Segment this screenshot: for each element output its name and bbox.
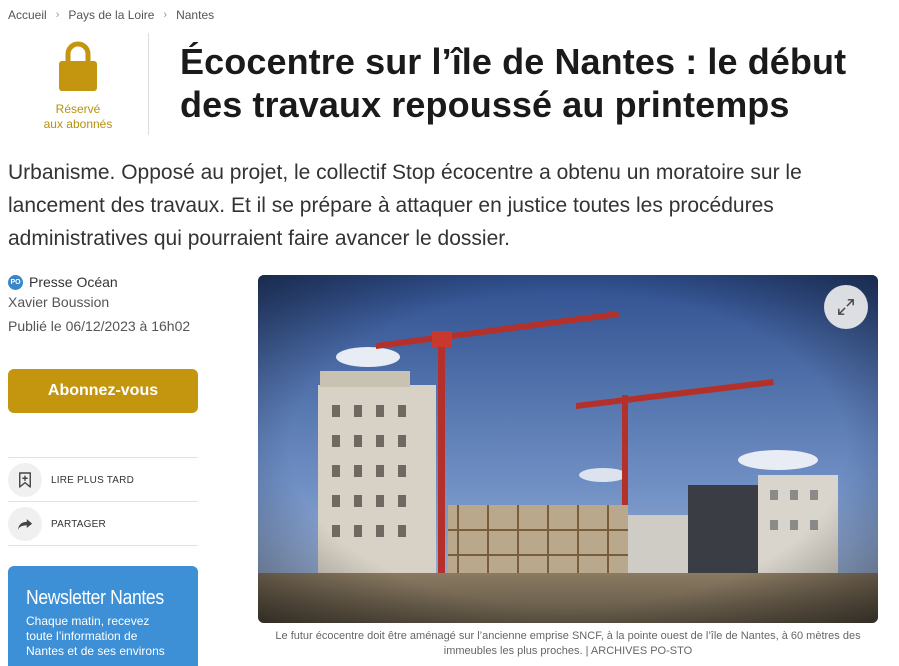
read-later-label: LIRE PLUS TARD [51,474,135,486]
premium-label-line1: Réservé [55,102,101,116]
divider [8,501,198,502]
breadcrumb-city[interactable]: Nantes [176,8,214,22]
newsletter-promo[interactable]: Newsletter Nantes Chaque matin, recevez … [8,566,198,666]
publish-date: Publié le 06/12/2023 à 16h02 [8,318,191,334]
divider [148,33,149,135]
share-label: PARTAGER [51,518,106,530]
breadcrumb-home[interactable]: Accueil [8,8,47,22]
share-button[interactable]: PARTAGER [8,504,198,544]
lock-icon [59,41,97,91]
photo-caption: Le futur écocentre doit être aménagé sur… [275,630,861,657]
article-meta: PO Presse Océan Xavier Boussion Publié l… [8,274,208,334]
divider [8,457,198,458]
newsletter-title: Newsletter Nantes [26,587,164,609]
article-lead: Urbanisme. Opposé au projet, le collecti… [8,161,802,250]
breadcrumb: Accueil › Pays de la Loire › Nantes [8,7,214,23]
chevron-right-icon: › [55,9,60,21]
premium-label-line2: aux abonnés [43,117,113,131]
subscribe-button[interactable]: Abonnez-vous [8,369,198,413]
page-title: Écocentre sur l’île de Nantes : le début… [180,41,847,125]
article-photo[interactable] [258,275,878,623]
divider [8,545,198,546]
newsletter-text: Chaque matin, recevez toute l’informatio… [26,614,165,658]
premium-badge: Réservé aux abonnés [20,40,136,132]
share-arrow-icon [8,507,42,541]
chevron-right-icon: › [163,9,168,21]
author-name[interactable]: Xavier Boussion [8,294,208,310]
source-name[interactable]: Presse Océan [29,274,118,290]
expand-icon [838,299,854,315]
source: PO Presse Océan [8,274,208,290]
read-later-button[interactable]: LIRE PLUS TARD [8,460,198,500]
bookmark-icon [8,463,42,497]
source-logo-icon: PO [8,274,23,290]
expand-image-button[interactable] [824,285,868,329]
breadcrumb-region[interactable]: Pays de la Loire [68,8,154,22]
